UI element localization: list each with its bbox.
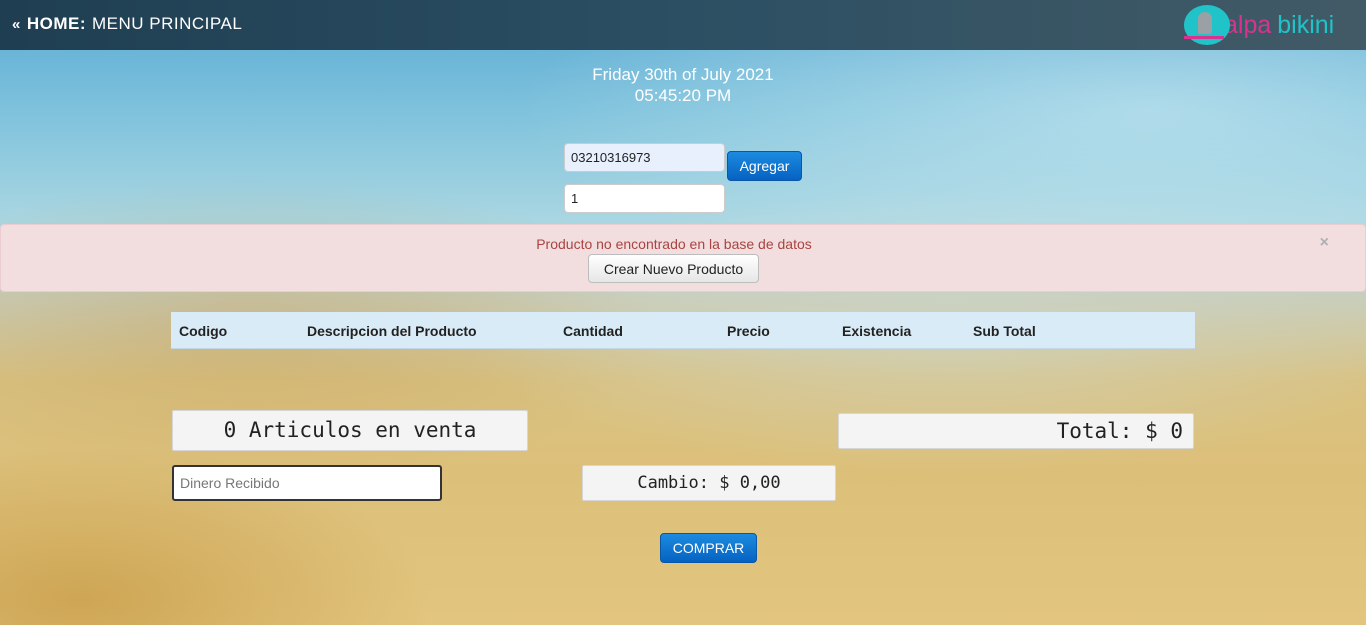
date-time-display: Friday 30th of July 2021 05:45:20 PM — [483, 64, 883, 106]
double-chevron-left-icon: « — [12, 15, 21, 33]
logo-word-alpa: alpa — [1224, 11, 1272, 39]
change-display: Cambio: $ 0,00 — [582, 465, 836, 501]
quantity-input[interactable] — [564, 184, 725, 213]
close-icon[interactable]: × — [1320, 234, 1329, 252]
home-label: HOME: — [26, 14, 87, 33]
top-bar: « HOME: MENU PRINCIPAL alpa bikini — [0, 0, 1366, 50]
total-display: Total: $ 0 — [838, 413, 1194, 449]
column-header-existencia: Existencia — [842, 323, 912, 339]
home-link[interactable]: « HOME: MENU PRINCIPAL — [12, 14, 242, 34]
money-received-input[interactable] — [172, 465, 442, 501]
column-header-subtotal: Sub Total — [973, 323, 1036, 339]
sales-table-header: Codigo Descripcion del Producto Cantidad… — [171, 312, 1195, 349]
alpaca-logo-icon — [1184, 5, 1230, 45]
logo-word-bikini: bikini — [1277, 11, 1335, 39]
items-count-display: 0 Articulos en venta — [172, 410, 528, 451]
menu-principal-label: MENU PRINCIPAL — [92, 14, 243, 33]
column-header-cantidad: Cantidad — [563, 323, 623, 339]
column-header-precio: Precio — [727, 323, 770, 339]
create-product-button[interactable]: Crear Nuevo Producto — [588, 254, 759, 283]
column-header-descripcion: Descripcion del Producto — [307, 323, 477, 339]
product-code-input[interactable] — [564, 143, 725, 172]
alert-message: Producto no encontrado en la base de dat… — [536, 236, 812, 252]
add-product-button[interactable]: Agregar — [727, 151, 802, 181]
column-header-codigo: Codigo — [179, 323, 228, 339]
buy-button[interactable]: COMPRAR — [660, 533, 757, 563]
current-time: 05:45:20 PM — [634, 86, 732, 105]
brand-logo: alpa bikini — [1184, 3, 1356, 47]
product-not-found-alert: Producto no encontrado en la base de dat… — [0, 224, 1366, 292]
current-date: Friday 30th of July 2021 — [592, 65, 774, 84]
